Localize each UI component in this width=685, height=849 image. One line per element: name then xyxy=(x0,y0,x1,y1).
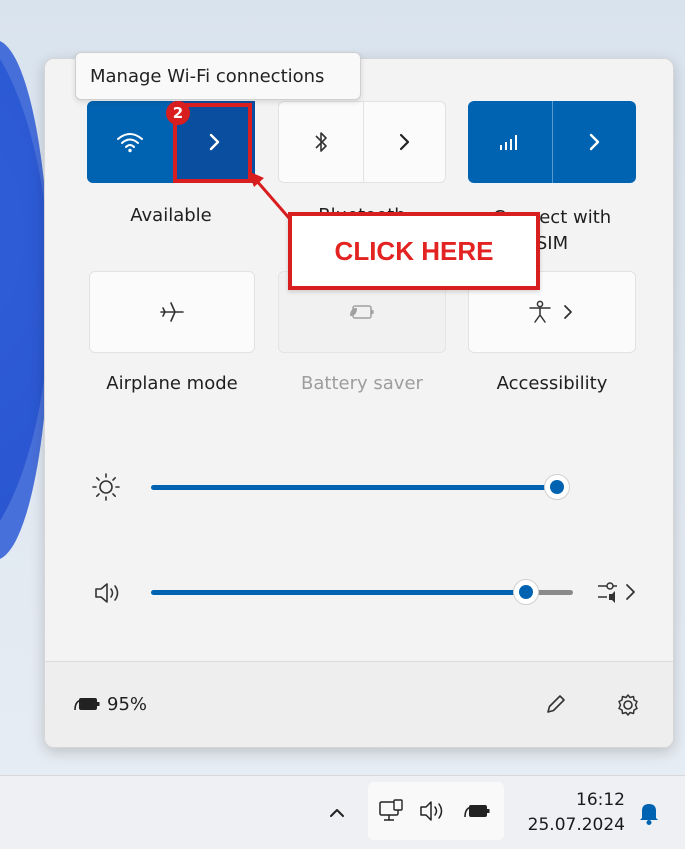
chevron-up-icon[interactable] xyxy=(322,798,352,828)
clock-time: 16:12 xyxy=(576,790,625,810)
cellular-tile xyxy=(468,101,636,183)
chevron-right-icon xyxy=(589,133,599,151)
brightness-sun-icon xyxy=(87,471,125,503)
brightness-slider-track[interactable] xyxy=(151,485,557,490)
gear-icon[interactable] xyxy=(611,688,645,722)
cellular-toggle-button[interactable] xyxy=(468,101,552,183)
chevron-right-icon xyxy=(399,133,410,151)
wifi-icon xyxy=(117,133,143,153)
bell-icon[interactable] xyxy=(634,798,664,828)
accessibility-icon xyxy=(529,300,572,323)
accessibility-label: Accessibility xyxy=(496,373,608,394)
wifi-tile-label: Available xyxy=(130,205,212,226)
cellular-signal-icon xyxy=(500,135,517,150)
brightness-slider-thumb[interactable] xyxy=(544,474,570,500)
battery-saver-icon xyxy=(350,305,374,319)
battery-icon xyxy=(71,692,105,716)
quick-settings-footer: 95% xyxy=(45,661,673,747)
volume-slider-thumb[interactable] xyxy=(513,579,539,605)
speaker-icon[interactable] xyxy=(89,577,129,609)
pencil-icon[interactable] xyxy=(540,688,572,720)
wifi-toggle-button[interactable] xyxy=(87,101,173,183)
taskbar-clock[interactable]: 16:12 25.07.2024 xyxy=(528,788,625,838)
audio-output-button[interactable] xyxy=(593,575,643,609)
bluetooth-icon xyxy=(315,132,327,152)
airplane-mode-label: Airplane mode xyxy=(106,373,238,394)
network-icon xyxy=(374,796,408,826)
battery-percent[interactable]: 95% xyxy=(107,694,147,715)
wallpaper-bloom-inner xyxy=(0,40,50,560)
volume-slider-track[interactable] xyxy=(151,590,527,595)
battery-saver-label: Battery saver xyxy=(301,373,423,394)
system-tray-group[interactable] xyxy=(368,782,504,840)
airplane-icon xyxy=(160,302,184,322)
quick-settings-panel: Available Bluetooth xyxy=(44,58,674,748)
bluetooth-expand-button[interactable] xyxy=(364,102,446,182)
clock-date: 25.07.2024 xyxy=(527,815,625,835)
battery-icon xyxy=(460,796,496,826)
manage-wifi-tooltip: Manage Wi-Fi connections xyxy=(75,52,361,100)
taskbar: 16:12 25.07.2024 xyxy=(0,775,685,849)
bluetooth-tile xyxy=(278,101,446,183)
click-here-callout: CLICK HERE xyxy=(288,212,540,290)
step-number-badge: 2 xyxy=(166,101,190,125)
airplane-mode-tile[interactable] xyxy=(89,271,255,353)
audio-output-icon xyxy=(598,582,635,603)
cellular-expand-button[interactable] xyxy=(553,101,636,183)
volume-icon xyxy=(416,796,452,826)
